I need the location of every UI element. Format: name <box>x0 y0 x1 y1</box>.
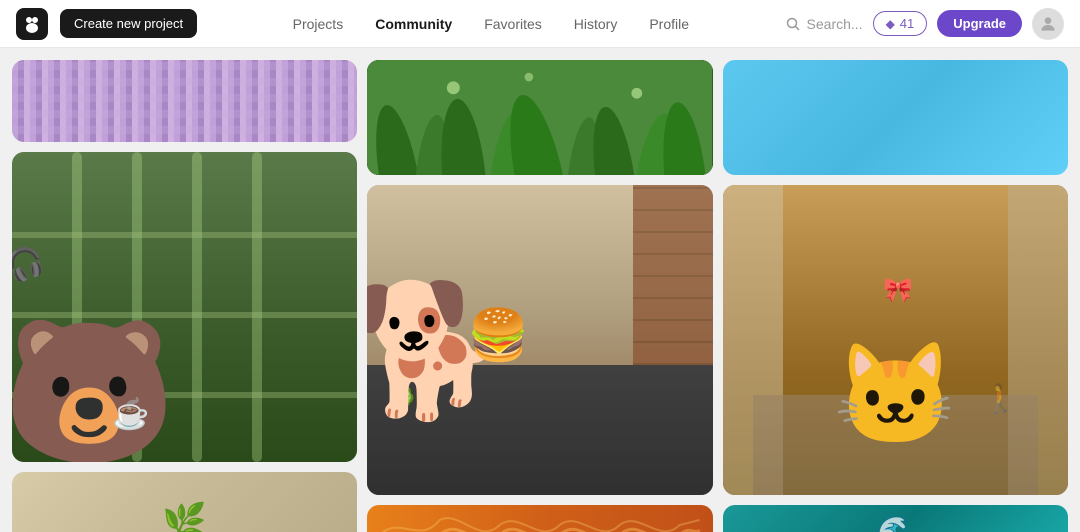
navbar: Create new project Projects Community Fa… <box>0 0 1080 48</box>
teal-bg: 🌊 <box>723 505 1068 532</box>
card-teal[interactable]: 🌊 <box>723 505 1068 532</box>
card-orange-pattern[interactable] <box>367 505 712 532</box>
teal-emoji: 🌊 <box>723 505 1068 532</box>
credits-button[interactable]: ◆ 41 <box>873 11 928 36</box>
card-dog-burger[interactable]: 🥬 🐕 🍔 <box>367 185 712 495</box>
orange-pattern-bg <box>367 505 712 532</box>
grid-column-1: 🐻 ☕ 🎧 🌿 <box>12 60 357 520</box>
card-seaweed[interactable] <box>367 60 712 175</box>
nav-link-profile[interactable]: Profile <box>649 16 689 32</box>
nav-right: Search... ◆ 41 Upgrade <box>785 8 1064 40</box>
dog-scene: 🥬 🐕 🍔 <box>367 185 712 495</box>
card-sky-blue[interactable] <box>723 60 1068 175</box>
leaves-emoji: 🌿 <box>12 472 357 532</box>
search-placeholder: Search... <box>807 16 863 32</box>
card-leaves[interactable]: 🌿 <box>12 472 357 532</box>
seaweed-bg <box>367 60 712 175</box>
nav-link-projects[interactable]: Projects <box>293 16 344 32</box>
card-knitting[interactable] <box>12 60 357 142</box>
search-icon <box>785 16 801 32</box>
knitting-texture <box>12 60 357 142</box>
nav-link-history[interactable]: History <box>574 16 618 32</box>
orange-svg <box>367 505 712 532</box>
card-hello-kitty[interactable]: 🐱 🎀 🚶 <box>723 185 1068 495</box>
burger-emoji: 🍔 <box>467 306 529 365</box>
credits-count: 41 <box>900 16 914 31</box>
avatar[interactable] <box>1032 8 1064 40</box>
column-4 <box>252 152 262 462</box>
avatar-icon <box>1038 14 1058 34</box>
card-bear-library[interactable]: 🐻 ☕ 🎧 <box>12 152 357 462</box>
grid-column-3: 🐱 🎀 🚶 🌊 <box>723 60 1068 520</box>
bear-library-bg: 🐻 ☕ 🎧 <box>12 152 357 462</box>
search-bar[interactable]: Search... <box>785 16 863 32</box>
nav-links: Projects Community Favorites History Pro… <box>209 16 772 32</box>
upgrade-button[interactable]: Upgrade <box>937 10 1022 37</box>
warm-overlay <box>723 185 1068 495</box>
image-grid: 🐻 ☕ 🎧 🌿 <box>0 48 1080 532</box>
grid-column-2: 🥬 🐕 🍔 <box>367 60 712 520</box>
column-3 <box>192 152 202 462</box>
nav-link-favorites[interactable]: Favorites <box>484 16 542 32</box>
create-project-button[interactable]: Create new project <box>60 9 197 38</box>
diamond-icon: ◆ <box>886 17 895 31</box>
bear-emoji: 🐻 <box>12 322 176 462</box>
nav-link-community[interactable]: Community <box>375 16 452 32</box>
sky-bg <box>723 60 1068 175</box>
logo-button[interactable] <box>16 8 48 40</box>
kitty-scene: 🐱 🎀 🚶 <box>723 185 1068 495</box>
seaweed-svg <box>367 60 712 175</box>
coffee-cup-emoji: ☕ <box>112 397 149 432</box>
shelf-1 <box>12 232 357 238</box>
leaves-bg: 🌿 <box>12 472 357 532</box>
